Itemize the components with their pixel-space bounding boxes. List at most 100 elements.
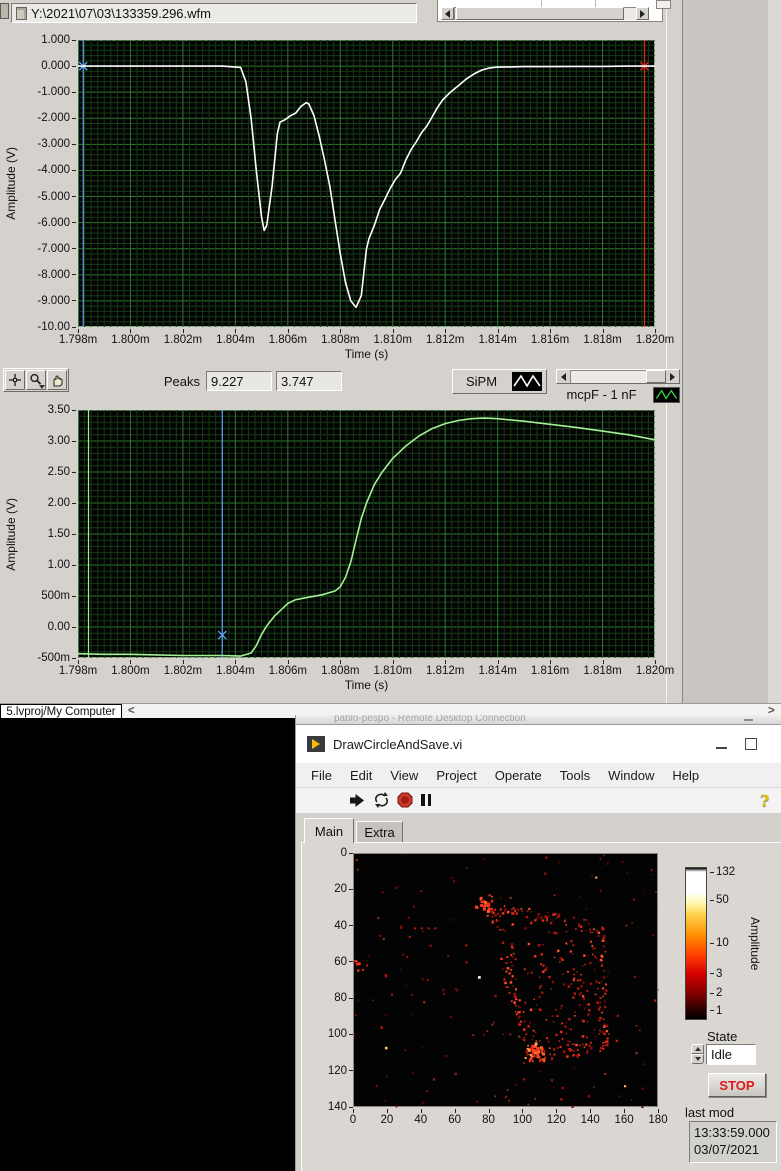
stop-button[interactable]: STOP (708, 1073, 766, 1097)
intensity-y-tick-labels: 020406080100120140 (316, 853, 353, 1107)
tab-main-label: Main (315, 824, 343, 839)
x-tick-mark (550, 660, 551, 664)
x-tick-label: 60 (448, 1114, 461, 1126)
intensity-svg (354, 854, 659, 1108)
y-tick-label: -4.000 (37, 164, 76, 176)
colorbar-tick-label: 1 (710, 1005, 722, 1017)
menu-item-edit[interactable]: Edit (341, 764, 381, 787)
listbox-hscrollbar[interactable] (441, 7, 649, 20)
cursor-move-tool-button[interactable] (5, 370, 25, 390)
legend-scrollbar[interactable] (556, 369, 680, 384)
state-spinner[interactable] (691, 1044, 704, 1065)
x-tick-label: 1.808m (321, 334, 359, 346)
context-help-button[interactable]: ? (760, 791, 769, 810)
intensity-plot-area[interactable] (353, 853, 658, 1107)
file-path-input[interactable]: Y:\2021\07\03\133359.296.wfm (11, 3, 417, 23)
graph2-plot-area[interactable] (78, 410, 655, 658)
project-scroll-left[interactable]: < (128, 705, 135, 717)
legend-scroll-thumb[interactable] (646, 370, 666, 383)
scroll-right-button[interactable] (636, 7, 649, 20)
state-enum-field[interactable]: Idle (706, 1044, 756, 1065)
run-button[interactable] (349, 793, 367, 813)
y-tick-label: -7.000 (37, 243, 76, 255)
stop-button-label: STOP (719, 1078, 754, 1093)
run-continuous-button[interactable] (373, 792, 390, 813)
menu-item-help[interactable]: Help (663, 764, 708, 787)
menu-item-tools[interactable]: Tools (551, 764, 599, 787)
vi-menubar: FileEditViewProjectOperateToolsWindowHel… (296, 763, 781, 788)
decrement-button[interactable] (691, 1054, 704, 1064)
scroll-track[interactable] (454, 7, 636, 20)
legend-scroll-right-button[interactable] (666, 370, 679, 383)
panel-right-edge (666, 0, 683, 703)
peak2-field[interactable]: 3.747 (276, 371, 342, 391)
y-tick-label: 60 (334, 956, 353, 968)
scroll-thumb[interactable] (456, 7, 624, 20)
legend-scroll-track[interactable] (570, 370, 666, 383)
graph1-plot-area[interactable] (78, 40, 655, 327)
graph2-plot-legend[interactable]: mcpF - 1 nF (556, 385, 680, 404)
left-arrow-icon (561, 373, 566, 381)
x-tick-label: 1.800m (111, 665, 149, 677)
vi-toolbar: ? (296, 788, 781, 814)
legend-scroll-left-button[interactable] (557, 370, 570, 383)
project-context-tab[interactable]: 5.lvproj/My Computer (0, 704, 122, 719)
colorbar-tick-label: 3 (710, 968, 722, 980)
x-tick-mark (183, 660, 184, 664)
x-tick-label: 1.810m (374, 665, 412, 677)
y-tick-label: 2.50 (48, 466, 76, 478)
x-tick-mark (489, 1109, 490, 1113)
x-tick-label: 120 (547, 1114, 566, 1126)
tab-page-main: 020406080100120140 020406080100120140160… (301, 842, 781, 1171)
last-mod-indicator: 13:33:59.000 03/07/2021 (689, 1121, 777, 1163)
vi-titlebar[interactable]: DrawCircleAndSave.vi (296, 725, 781, 763)
rdp-titlebar-sliver: pablo-pespo - Remote Desktop Connection (295, 715, 781, 724)
tab-extra[interactable]: Extra (356, 821, 403, 843)
peaks-label: Peaks (120, 374, 200, 389)
x-tick-mark (235, 660, 236, 664)
rdp-minimize-icon[interactable] (744, 719, 753, 721)
colorbar-tick-label: 50 (710, 894, 729, 906)
state-value: Idle (711, 1047, 732, 1062)
tab-main[interactable]: Main (304, 818, 354, 843)
x-tick-mark (78, 660, 79, 664)
x-tick-mark (235, 329, 236, 333)
peak1-field[interactable]: 9.227 (206, 371, 272, 391)
abort-button[interactable] (397, 792, 413, 813)
graph2-legend-label: mcpF - 1 nF (556, 387, 647, 402)
pan-tool-button[interactable] (47, 370, 67, 390)
x-tick-mark (130, 660, 131, 664)
menu-item-file[interactable]: File (302, 764, 341, 787)
desktop-gap (683, 0, 781, 703)
x-tick-mark (78, 329, 79, 333)
run-arrow-icon (349, 793, 367, 808)
menu-item-window[interactable]: Window (599, 764, 663, 787)
minimize-icon[interactable] (716, 747, 727, 749)
colorbar (685, 867, 707, 1020)
state-label: State (707, 1029, 737, 1044)
run-continuous-icon (373, 792, 390, 808)
y-tick-label: -5.000 (37, 191, 76, 203)
increment-button[interactable] (691, 1044, 704, 1054)
x-tick-mark (498, 329, 499, 333)
x-tick-label: 40 (414, 1114, 427, 1126)
menu-item-operate[interactable]: Operate (486, 764, 551, 787)
graph2-x-axis-title: Time (s) (78, 678, 655, 692)
graph1-plot-legend[interactable]: SiPM (452, 369, 547, 394)
x-tick-label: 1.804m (216, 334, 254, 346)
last-mod-label: last mod (685, 1105, 734, 1120)
x-tick-mark (340, 329, 341, 333)
y-tick-label: 40 (334, 920, 353, 932)
y-tick-label: 20 (334, 883, 353, 895)
pause-button[interactable] (421, 794, 431, 806)
menu-item-project[interactable]: Project (427, 764, 485, 787)
y-tick-label: 3.00 (48, 435, 76, 447)
y-tick-label: 120 (328, 1065, 353, 1077)
maximize-icon[interactable] (745, 738, 757, 750)
menu-item-view[interactable]: View (381, 764, 427, 787)
graph1-x-tick-labels: 1.798m1.800m1.802m1.804m1.806m1.808m1.81… (78, 329, 655, 347)
y-tick-label: 0 (341, 847, 353, 859)
listbox-column-divider (595, 0, 596, 7)
zoom-tool-button[interactable] (26, 370, 46, 390)
scroll-left-button[interactable] (441, 7, 454, 20)
